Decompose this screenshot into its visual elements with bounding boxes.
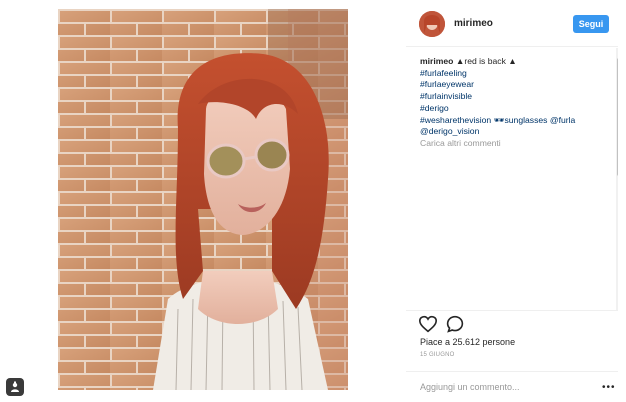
comment-box: ••• bbox=[406, 371, 626, 402]
header-username[interactable]: mirimeo bbox=[454, 18, 493, 29]
post-photo[interactable] bbox=[58, 9, 348, 390]
profile-badge-icon[interactable] bbox=[6, 378, 24, 396]
heart-icon[interactable] bbox=[418, 315, 438, 333]
hashtag-link[interactable]: #furlafeeling bbox=[420, 68, 610, 80]
post-header: mirimeo Segui bbox=[406, 0, 626, 47]
post-actions: Piace a 25.612 persone 15 GIUGNO ••• bbox=[406, 310, 626, 401]
hashtag-link[interactable]: #derigo bbox=[420, 103, 610, 115]
caption: mirimeo ▲red is back ▲ #furlafeeling #fu… bbox=[420, 56, 610, 156]
load-more-comments-link[interactable]: Carica altri commenti bbox=[420, 138, 610, 150]
caption-text: ▲red is back ▲ bbox=[455, 56, 517, 66]
left-gutter bbox=[0, 0, 58, 400]
follow-button[interactable]: Segui bbox=[573, 15, 609, 33]
likes-count[interactable]: Piace a 25.612 persone bbox=[420, 337, 515, 347]
caption-first-line: mirimeo ▲red is back ▲ bbox=[420, 56, 610, 68]
caption-sunglasses-line[interactable]: #wesharethevision 🕶sunglasses @furla bbox=[420, 115, 610, 127]
post-date[interactable]: 15 GIUGNO bbox=[420, 352, 454, 358]
hashtag-link[interactable]: #furlaeyewear bbox=[420, 79, 610, 91]
right-edge bbox=[618, 0, 626, 400]
avatar[interactable] bbox=[419, 11, 445, 37]
hashtag-link[interactable]: #furlainvisible bbox=[420, 91, 610, 103]
comment-bubble-icon[interactable] bbox=[446, 315, 464, 333]
post-sidebar: mirimeo Segui mirimeo ▲red is back ▲ #fu… bbox=[406, 0, 626, 400]
mention-link[interactable]: @derigo_vision bbox=[420, 126, 610, 138]
comment-input[interactable] bbox=[420, 382, 590, 392]
more-options-icon[interactable]: ••• bbox=[602, 382, 616, 393]
caption-username[interactable]: mirimeo bbox=[420, 56, 453, 66]
